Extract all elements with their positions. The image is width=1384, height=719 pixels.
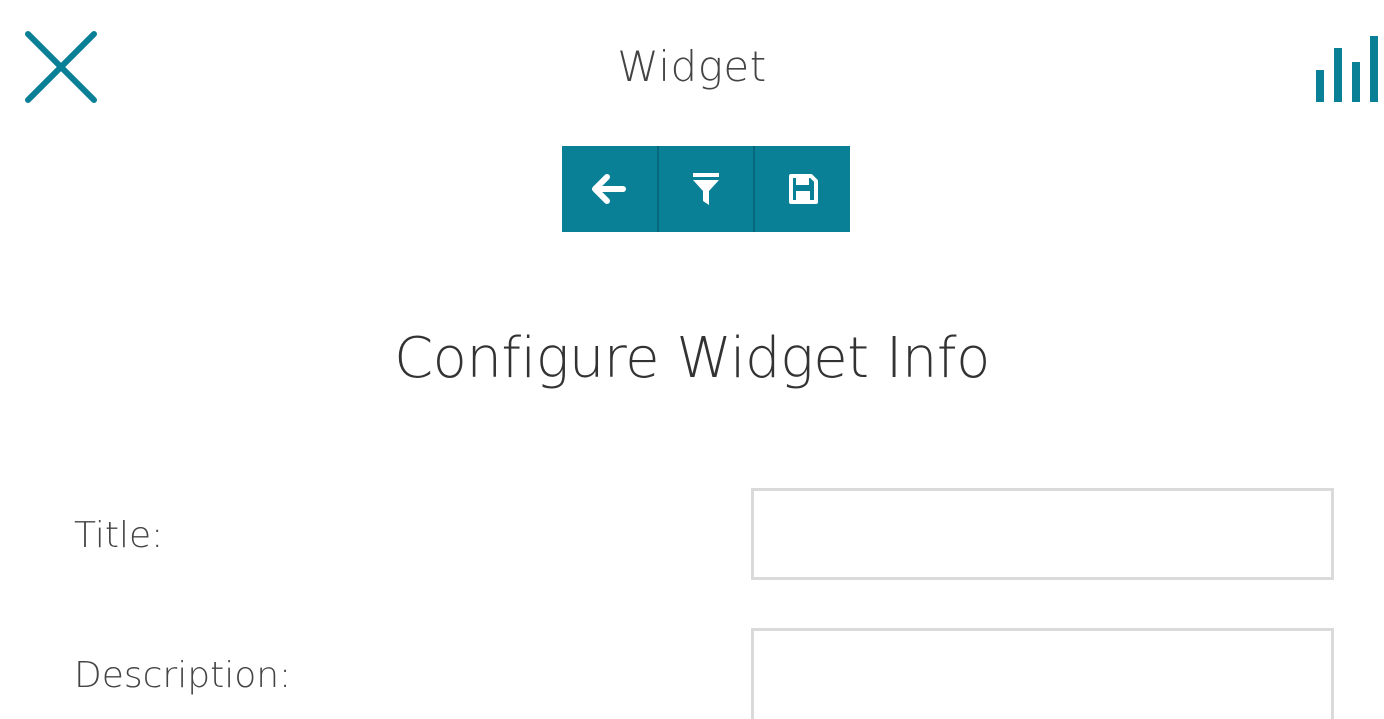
save-icon — [788, 174, 818, 204]
widget-config-page: Widget Configure Widget Info Title: Desc… — [0, 0, 1384, 719]
page-title: Widget — [617, 42, 767, 91]
back-button[interactable] — [562, 146, 659, 232]
action-toolbar — [562, 146, 850, 232]
filter-button[interactable] — [659, 146, 756, 232]
description-label: Description: — [74, 655, 292, 696]
title-label: Title: — [74, 515, 164, 556]
filter-icon — [693, 173, 719, 205]
stats-button[interactable] — [1310, 28, 1384, 108]
title-input[interactable] — [751, 488, 1334, 580]
section-title: Configure Widget Info — [394, 326, 990, 391]
description-input[interactable] — [751, 628, 1334, 719]
save-button[interactable] — [755, 146, 850, 232]
bar-chart-icon — [1316, 36, 1378, 102]
arrow-left-icon — [592, 174, 627, 204]
